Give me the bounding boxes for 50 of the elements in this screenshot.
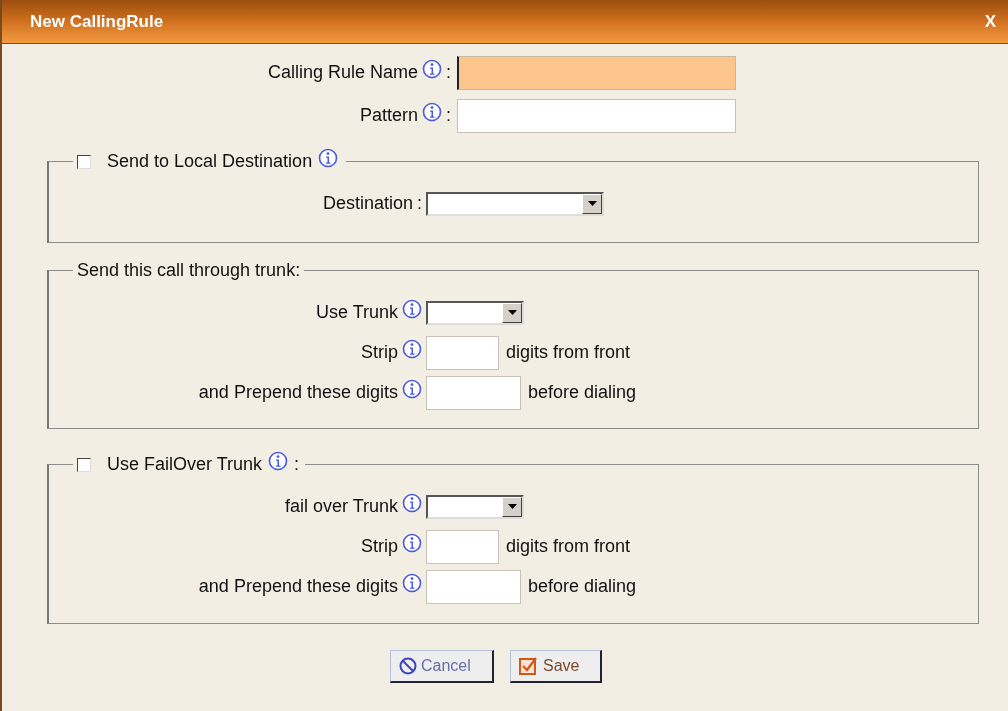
info-icon[interactable] [402, 298, 422, 319]
text-field[interactable] [457, 98, 736, 133]
caret-icon [587, 201, 597, 206]
info-icon[interactable] [402, 338, 422, 359]
dropdown[interactable] [426, 494, 524, 519]
field-label: Calling Rule Name [267, 61, 418, 84]
colon: : [446, 104, 451, 127]
text-field[interactable] [426, 375, 521, 410]
info-icon[interactable] [402, 572, 422, 593]
info-icon[interactable] [268, 450, 289, 471]
colon: : [294, 453, 300, 476]
info-icon[interactable] [402, 532, 422, 553]
caret-icon [507, 310, 517, 315]
caret-icon [507, 504, 517, 509]
field-label: Destination [322, 192, 413, 215]
prohibited-icon [399, 657, 417, 675]
dropdown[interactable] [426, 191, 604, 216]
checkbox[interactable] [77, 154, 91, 169]
info-icon[interactable] [422, 101, 442, 122]
field-label: Pattern [359, 104, 418, 127]
info-icon[interactable] [402, 492, 422, 513]
field-suffix: before dialing [528, 575, 637, 598]
field-label: Strip [361, 535, 398, 558]
save-button[interactable]: Save [510, 650, 602, 683]
checkbox[interactable] [77, 457, 91, 472]
colon: : [446, 61, 451, 84]
colon: : [417, 192, 422, 215]
cancel-button[interactable]: Cancel [390, 650, 494, 683]
info-icon[interactable] [422, 58, 442, 79]
field-label: Strip [361, 341, 398, 364]
text-field[interactable] [426, 529, 499, 564]
field-suffix: before dialing [528, 381, 637, 404]
field-suffix: digits from front [506, 341, 631, 364]
dropdown[interactable] [426, 300, 524, 325]
field-suffix: digits from front [506, 535, 631, 558]
close-button[interactable]: X [980, 8, 1000, 35]
text-field[interactable] [426, 569, 521, 604]
checkbox-tick-icon [519, 657, 539, 675]
section-label: Use FailOver Trunk [107, 453, 263, 476]
text-field[interactable] [426, 335, 499, 370]
window-title: New CallingRule [30, 10, 164, 33]
section-label: Send this call through trunk: [77, 259, 301, 282]
section-label: Send to Local Destination [107, 150, 313, 173]
info-icon[interactable] [318, 147, 339, 168]
field-label: and Prepend these digits [198, 381, 398, 404]
field-label: and Prepend these digits [198, 575, 398, 598]
field-label: fail over Trunk [284, 495, 398, 518]
field-label: Use Trunk [315, 301, 398, 324]
text-field[interactable] [457, 55, 736, 90]
info-icon[interactable] [402, 378, 422, 399]
